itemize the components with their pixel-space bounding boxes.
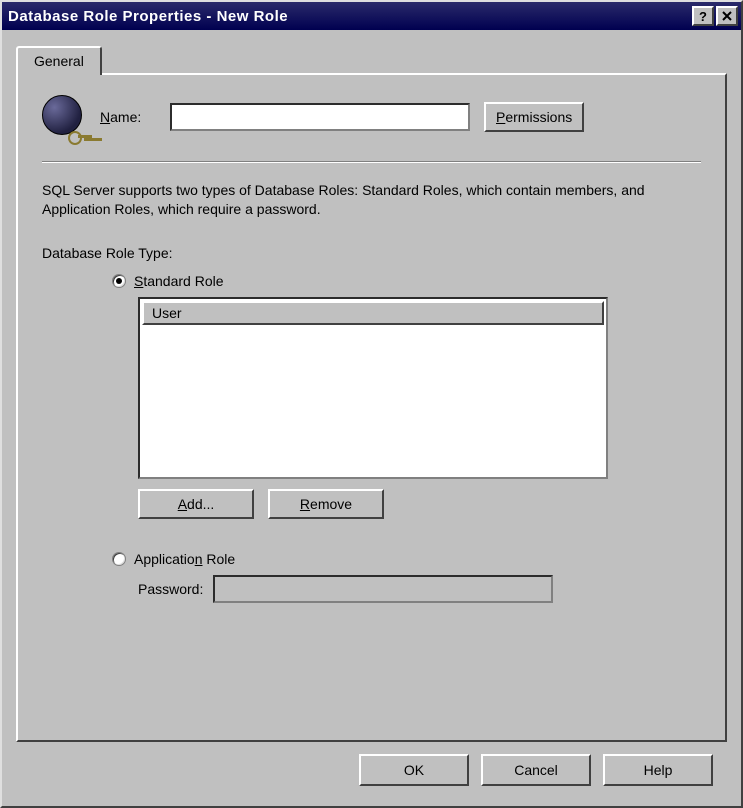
role-icon — [42, 95, 86, 139]
tab-panel-general: Name: Permissions SQL Server supports tw… — [16, 73, 727, 742]
close-icon — [722, 11, 732, 21]
window-title: Database Role Properties - New Role — [8, 8, 692, 25]
name-input[interactable] — [170, 103, 470, 131]
user-listbox[interactable]: User — [138, 297, 608, 479]
list-header-user[interactable]: User — [142, 301, 604, 325]
key-icon — [68, 129, 92, 145]
titlebar: Database Role Properties - New Role ? — [2, 2, 741, 30]
password-input — [213, 575, 553, 603]
help-titlebar-button[interactable]: ? — [692, 6, 714, 26]
close-titlebar-button[interactable] — [716, 6, 738, 26]
dialog-window: Database Role Properties - New Role ? Ge… — [0, 0, 743, 808]
remove-button[interactable]: Remove — [268, 489, 384, 519]
titlebar-buttons: ? — [692, 6, 738, 26]
application-role-section: Application Role Password: — [42, 551, 701, 603]
role-type-label: Database Role Type: — [42, 245, 701, 261]
list-body[interactable] — [140, 327, 606, 477]
help-button[interactable]: Help — [603, 754, 713, 786]
standard-role-label: Standard Role — [134, 273, 224, 289]
tab-label: General — [34, 53, 84, 69]
add-button[interactable]: Add... — [138, 489, 254, 519]
client-area: General Name: Permissions SQL Server sup… — [2, 30, 741, 806]
tab-general[interactable]: General — [16, 46, 102, 75]
password-row: Password: — [138, 575, 701, 603]
standard-role-radio[interactable] — [112, 274, 126, 288]
password-label: Password: — [138, 581, 203, 597]
ok-button[interactable]: OK — [359, 754, 469, 786]
application-role-option[interactable]: Application Role — [112, 551, 701, 567]
application-role-label: Application Role — [134, 551, 235, 567]
application-role-radio[interactable] — [112, 552, 126, 566]
name-row: Name: Permissions — [42, 95, 701, 139]
list-header: User — [140, 299, 606, 327]
description-text: SQL Server supports two types of Databas… — [42, 181, 701, 219]
list-buttons: Add... Remove — [138, 489, 701, 519]
cancel-button[interactable]: Cancel — [481, 754, 591, 786]
dialog-buttons: OK Cancel Help — [16, 742, 727, 796]
tab-strip: General — [16, 44, 727, 73]
permissions-button[interactable]: Permissions — [484, 102, 584, 132]
standard-role-option[interactable]: Standard Role — [112, 273, 701, 289]
name-label: Name: — [100, 109, 156, 125]
separator — [42, 161, 701, 163]
